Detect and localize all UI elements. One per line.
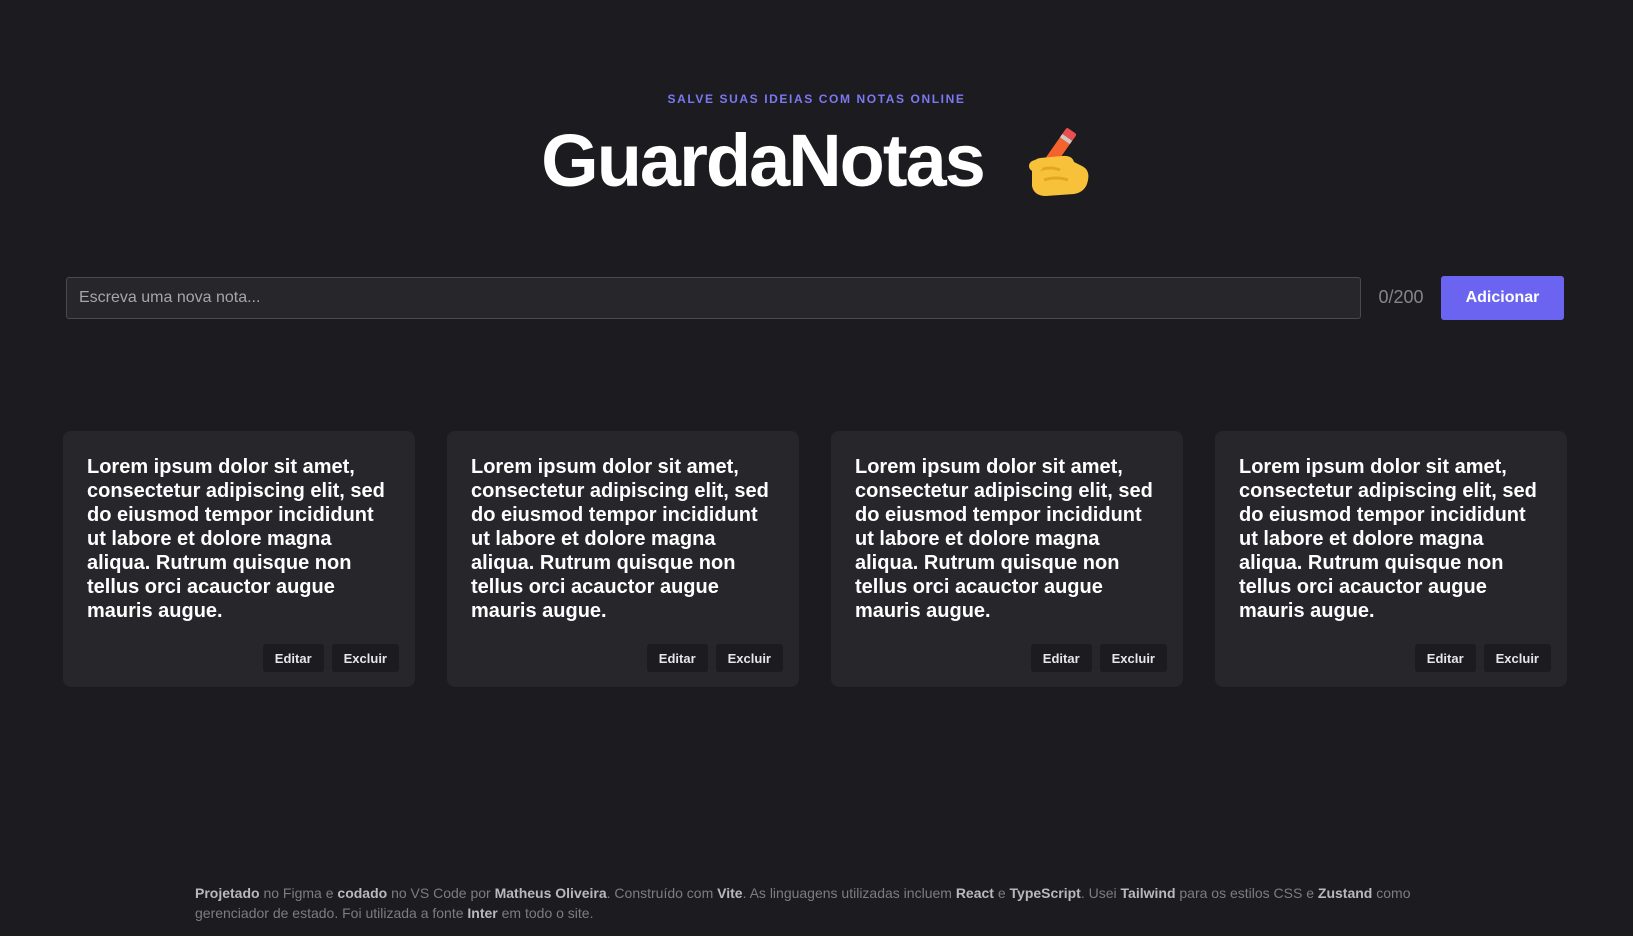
note-card: Lorem ipsum dolor sit amet, consectetur …	[63, 431, 415, 687]
footer-strong: Vite	[717, 885, 743, 901]
delete-note-button[interactable]: Excluir	[1099, 644, 1167, 672]
edit-note-button[interactable]: Editar	[262, 644, 324, 672]
footer-strong: Zustand	[1317, 885, 1373, 901]
footer-text: e	[993, 885, 1010, 901]
delete-note-button[interactable]: Excluir	[715, 644, 783, 672]
footer-strong: Projetado	[195, 885, 260, 901]
footer-text: . As linguagens utilizadas incluem	[742, 885, 956, 901]
footer-strong: React	[955, 885, 994, 901]
note-text: Lorem ipsum dolor sit amet, consectetur …	[471, 456, 769, 622]
character-counter: 0/200	[1378, 287, 1424, 307]
tagline: SALVE SUAS IDEIAS COM NOTAS ONLINE	[667, 92, 966, 106]
note-card: Lorem ipsum dolor sit amet, consectetur …	[1215, 431, 1567, 687]
edit-note-button[interactable]: Editar	[646, 644, 708, 672]
delete-note-button[interactable]: Excluir	[331, 644, 399, 672]
edit-note-button[interactable]: Editar	[1414, 644, 1476, 672]
note-text: Lorem ipsum dolor sit amet, consectetur …	[87, 456, 385, 622]
add-note-button[interactable]: Adicionar	[1441, 275, 1564, 320]
footer-strong: Tailwind	[1120, 885, 1176, 901]
note-actions: Editar Excluir	[646, 644, 783, 672]
footer-strong: Inter	[467, 905, 498, 921]
note-card: Lorem ipsum dolor sit amet, consectetur …	[447, 431, 799, 687]
footer-text: em todo o site.	[497, 905, 594, 921]
header: GuardaNotas	[0, 118, 1633, 204]
footer-strong: Matheus Oliveira	[494, 885, 607, 901]
footer-text: . Usei	[1080, 885, 1121, 901]
footer-text: para os estilos CSS e	[1175, 885, 1318, 901]
note-card: Lorem ipsum dolor sit amet, consectetur …	[831, 431, 1183, 687]
footer-credits: Projetado no Figma e codado no VS Code p…	[195, 883, 1445, 923]
footer-text: no Figma e	[259, 885, 338, 901]
footer-strong: codado	[337, 885, 388, 901]
delete-note-button[interactable]: Excluir	[1483, 644, 1551, 672]
writing-hand-icon	[1028, 128, 1089, 196]
note-composer: 0/200 Adicionar	[66, 275, 1564, 320]
footer-strong: TypeScript	[1009, 885, 1081, 901]
footer-text: . Construído com	[606, 885, 718, 901]
page-title: GuardaNotas	[541, 119, 986, 202]
note-text: Lorem ipsum dolor sit amet, consectetur …	[1239, 456, 1537, 622]
note-actions: Editar Excluir	[1030, 644, 1167, 672]
note-actions: Editar Excluir	[1414, 644, 1551, 672]
new-note-input[interactable]	[66, 276, 1361, 319]
note-actions: Editar Excluir	[262, 644, 399, 672]
footer-text: no VS Code por	[387, 885, 495, 901]
edit-note-button[interactable]: Editar	[1030, 644, 1092, 672]
note-text: Lorem ipsum dolor sit amet, consectetur …	[855, 456, 1153, 622]
page: SALVE SUAS IDEIAS COM NOTAS ONLINE Guard…	[0, 0, 1633, 936]
notes-grid: Lorem ipsum dolor sit amet, consectetur …	[63, 431, 1567, 687]
